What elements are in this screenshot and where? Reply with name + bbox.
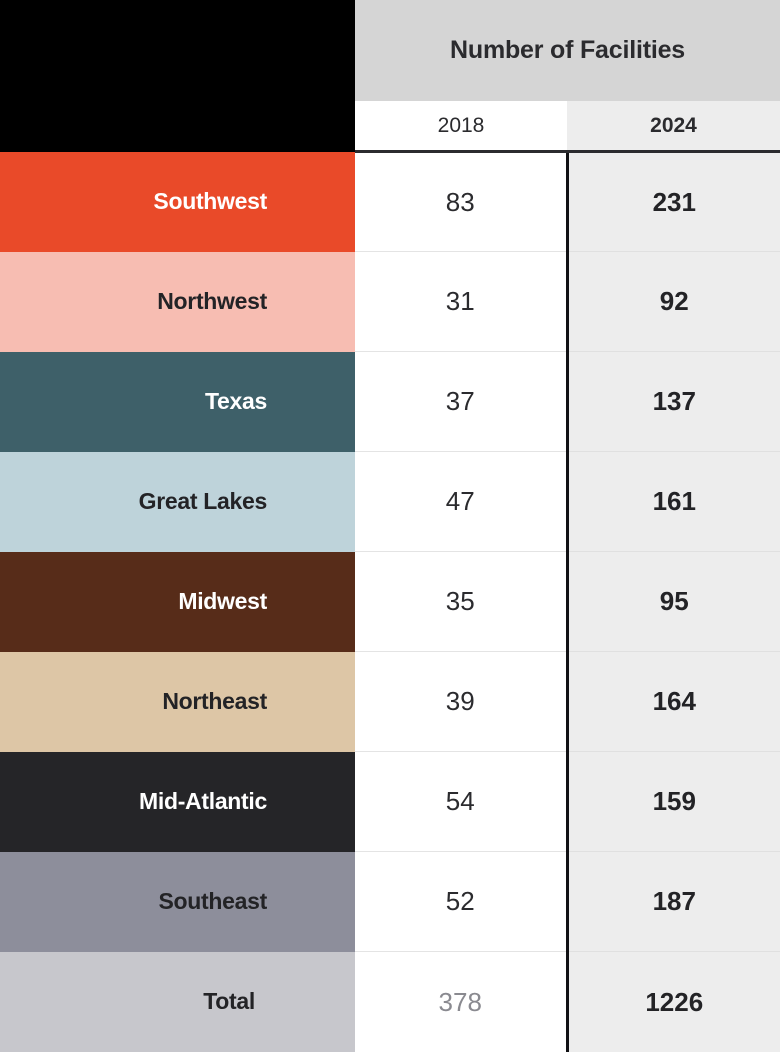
row-label-region: Great Lakes	[0, 451, 355, 552]
cell-value-2024: 95	[565, 551, 780, 652]
cell-value-2024: 187	[565, 851, 780, 952]
cell-value-2018: 35	[355, 551, 567, 652]
row-label-region: Northeast	[0, 651, 355, 752]
row-label-region: Southwest	[0, 151, 355, 252]
cell-value-2018: 31	[355, 251, 567, 352]
facilities-table: Number of Facilities 2018 2024 Southwest…	[0, 0, 780, 1052]
header-corner-block	[0, 0, 355, 152]
table-header: Number of Facilities 2018 2024	[0, 0, 780, 152]
table-body: Southwest 83 231 Northwest 31 92 Texas 37 137 Gre…	[0, 149, 780, 1052]
column-header-2024: 2024	[567, 101, 780, 152]
row-label-region: Northwest	[0, 251, 355, 352]
table-row: Great Lakes 47 161	[0, 451, 780, 552]
table-row: Midwest 35 95	[0, 551, 780, 652]
table-row: Mid-Atlantic 54 159	[0, 751, 780, 852]
table-row: Southeast 52 187	[0, 851, 780, 952]
row-label-region: Southeast	[0, 851, 355, 952]
row-label-region: Texas	[0, 351, 355, 452]
column-header-2018: 2018	[355, 101, 567, 152]
table-row: Northeast 39 164	[0, 651, 780, 752]
cell-value-2024: 92	[565, 251, 780, 352]
cell-value-2024: 159	[565, 751, 780, 852]
cell-value-2018: 54	[355, 751, 567, 852]
cell-value-2024: 137	[565, 351, 780, 452]
cell-value-2018: 378	[355, 951, 567, 1052]
table-row: Texas 37 137	[0, 351, 780, 452]
cell-value-2024: 161	[565, 451, 780, 552]
row-label-region: Mid-Atlantic	[0, 751, 355, 852]
cell-value-2018: 83	[355, 149, 567, 252]
cell-value-2024: 1226	[565, 951, 780, 1052]
cell-value-2024: 164	[565, 651, 780, 752]
column-group-header: Number of Facilities	[355, 0, 780, 101]
row-label-total: Total	[0, 951, 355, 1052]
row-label-region: Midwest	[0, 551, 355, 652]
cell-value-2018: 39	[355, 651, 567, 752]
cell-value-2018: 37	[355, 351, 567, 452]
cell-value-2018: 52	[355, 851, 567, 952]
table-row: Southwest 83 231	[0, 149, 780, 252]
table-row: Northwest 31 92	[0, 251, 780, 352]
cell-value-2018: 47	[355, 451, 567, 552]
table-row: Total 378 1226	[0, 951, 780, 1052]
cell-value-2024: 231	[565, 149, 780, 252]
